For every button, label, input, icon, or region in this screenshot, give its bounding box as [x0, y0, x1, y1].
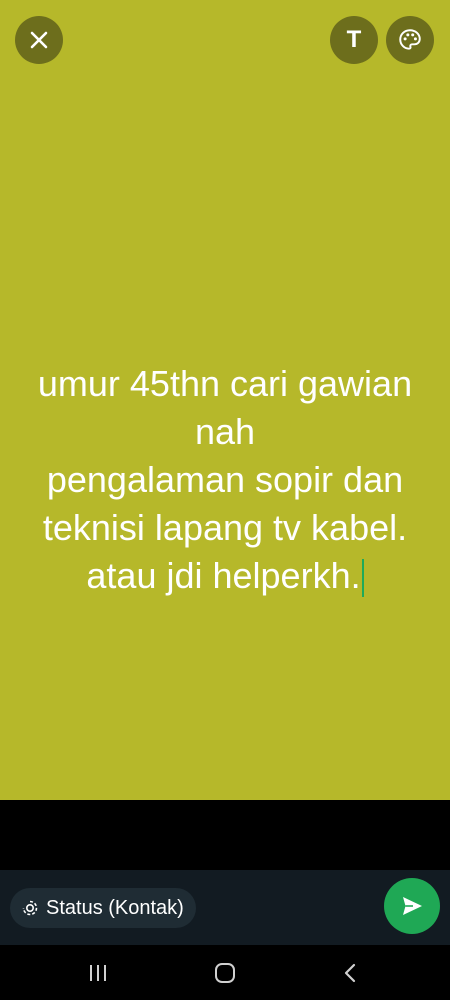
recents-button[interactable] [68, 945, 128, 1000]
send-icon [403, 897, 422, 915]
text-icon: T [346, 26, 362, 53]
home-button[interactable] [195, 945, 255, 1000]
send-button[interactable] [384, 878, 440, 934]
home-icon [215, 962, 235, 983]
system-navigation-bar [0, 945, 450, 1000]
close-button[interactable] [15, 16, 63, 64]
color-palette-button[interactable] [386, 16, 434, 64]
audience-selector[interactable]: Status (Kontak) [10, 888, 196, 928]
text-cursor [361, 559, 364, 598]
recents-icon [90, 964, 106, 981]
audience-label: Status (Kontak) [46, 896, 184, 919]
status-canvas[interactable]: T umur 45thn cari gawian nah pengalaman … [0, 0, 450, 800]
palette-icon [399, 29, 421, 50]
text-style-button[interactable]: T [330, 16, 378, 64]
status-text-content: umur 45thn cari gawian nah pengalaman so… [37, 363, 413, 596]
back-icon [344, 963, 356, 982]
back-button[interactable] [320, 945, 380, 1000]
status-icon [22, 900, 38, 916]
status-text-editor[interactable]: umur 45thn cari gawian nah pengalaman so… [0, 360, 450, 600]
close-icon [30, 31, 48, 49]
